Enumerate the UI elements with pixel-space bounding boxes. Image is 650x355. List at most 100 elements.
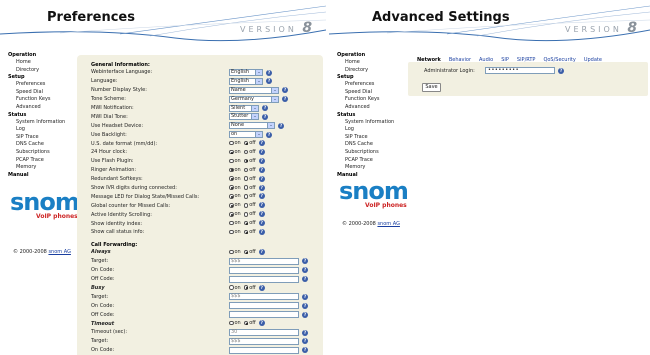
sidebar-item-subscriptions[interactable]: Subscriptions — [8, 149, 72, 157]
help-icon[interactable]: ? — [258, 320, 265, 327]
sidebar-item-speed-dial[interactable]: Speed Dial — [8, 89, 72, 97]
dropdown-tone-scheme[interactable]: Germany — [229, 95, 279, 103]
radio-on[interactable] — [229, 212, 234, 217]
help-icon[interactable]: ? — [258, 193, 265, 200]
sidebar-item-dns-cache[interactable]: DNS Cache — [337, 141, 401, 149]
radio-on[interactable] — [229, 167, 234, 173]
radio-off[interactable] — [243, 194, 249, 199]
help-icon[interactable]: ? — [302, 258, 308, 265]
dropdown-mwi-notification[interactable]: Silent — [229, 104, 259, 112]
save-button[interactable]: Save — [422, 83, 441, 92]
text-input-off-code[interactable] — [229, 311, 299, 319]
help-icon[interactable]: ? — [266, 78, 272, 85]
help-icon[interactable]: ? — [258, 211, 265, 218]
help-icon[interactable]: ? — [258, 140, 265, 147]
help-icon[interactable]: ? — [302, 329, 308, 336]
help-icon[interactable]: ? — [302, 311, 308, 318]
sidebar-item-home[interactable]: Home — [8, 59, 72, 67]
text-input-target[interactable]: $$$ — [229, 337, 299, 345]
dropdown-number-display-style[interactable]: Name — [229, 86, 279, 94]
text-input-on-code[interactable] — [229, 302, 299, 310]
radio-on[interactable] — [229, 220, 234, 226]
text-input-timeout-sec[interactable]: 30 — [229, 329, 299, 337]
radio-on[interactable] — [229, 185, 234, 190]
help-icon[interactable]: ? — [258, 166, 265, 173]
help-icon[interactable]: ? — [258, 175, 265, 182]
dropdown-webinterface-language[interactable]: English — [229, 69, 263, 76]
sidebar-item-advanced[interactable]: Advanced — [337, 104, 401, 112]
text-input-on-code[interactable] — [229, 346, 299, 354]
radio-on[interactable] — [229, 285, 234, 290]
help-icon[interactable]: ? — [282, 96, 288, 103]
admin-login-input[interactable]: ••••••••• — [485, 67, 555, 74]
help-icon[interactable]: ? — [262, 113, 268, 120]
radio-off[interactable] — [243, 176, 249, 181]
dropdown-use-headset-device[interactable]: None — [229, 122, 275, 130]
sidebar-item-log[interactable]: Log — [337, 126, 401, 134]
help-icon[interactable]: ? — [302, 338, 308, 345]
radio-on[interactable] — [229, 158, 234, 164]
sidebar-item-pcap-trace[interactable]: PCAP Trace — [8, 157, 72, 165]
radio-off[interactable] — [243, 140, 249, 146]
sidebar-item-pcap-trace[interactable]: PCAP Trace — [337, 157, 401, 165]
radio-off[interactable] — [243, 203, 249, 208]
help-icon[interactable]: ? — [258, 249, 265, 255]
sidebar-item-log[interactable]: Log — [8, 126, 72, 134]
radio-off[interactable] — [243, 185, 249, 190]
help-icon[interactable]: ? — [258, 157, 265, 164]
sidebar-item-directory[interactable]: Directory — [8, 67, 72, 75]
help-icon[interactable]: ? — [302, 267, 308, 274]
help-icon[interactable]: ? — [302, 293, 308, 300]
radio-off[interactable] — [243, 220, 249, 226]
sidebar-item-sip-trace[interactable]: SIP Trace — [8, 134, 72, 142]
help-icon[interactable]: ? — [258, 220, 265, 227]
dropdown-use-backlight[interactable]: on — [229, 131, 263, 139]
help-icon[interactable]: ? — [258, 149, 265, 156]
dropdown-mwi-dial-tone[interactable]: Stutter — [229, 113, 259, 121]
help-icon[interactable]: ? — [262, 105, 268, 112]
help-icon[interactable]: ? — [302, 302, 308, 309]
sidebar-item-home[interactable]: Home — [337, 59, 401, 67]
help-icon[interactable]: ? — [278, 122, 284, 129]
radio-off[interactable] — [243, 229, 249, 235]
help-icon[interactable]: ? — [558, 67, 564, 74]
help-icon[interactable]: ? — [258, 284, 265, 291]
radio-off[interactable] — [243, 212, 249, 217]
dropdown-language[interactable]: English — [229, 77, 263, 85]
radio-off[interactable] — [243, 158, 249, 164]
text-input-target[interactable]: $$$ — [229, 293, 299, 301]
help-icon[interactable]: ? — [282, 87, 288, 94]
radio-on[interactable] — [229, 140, 234, 146]
help-icon[interactable]: ? — [302, 276, 308, 283]
sidebar-item-function-keys[interactable]: Function Keys — [8, 96, 72, 104]
radio-on[interactable] — [229, 229, 234, 235]
sidebar-item-directory[interactable]: Directory — [337, 67, 401, 75]
sidebar-item-dns-cache[interactable]: DNS Cache — [8, 141, 72, 149]
copyright-link[interactable]: snom AG — [377, 221, 400, 227]
radio-on[interactable] — [229, 249, 234, 255]
help-icon[interactable]: ? — [258, 229, 265, 236]
radio-on[interactable] — [229, 149, 234, 155]
radio-off[interactable] — [243, 249, 249, 255]
sidebar-item-system-information[interactable]: System Information — [337, 119, 401, 127]
radio-on[interactable] — [229, 320, 234, 326]
sidebar-item-memory[interactable]: Memory — [337, 164, 401, 172]
sidebar-item-advanced[interactable]: Advanced — [8, 104, 72, 112]
radio-off[interactable] — [243, 285, 249, 290]
radio-on[interactable] — [229, 176, 234, 181]
help-icon[interactable]: ? — [266, 131, 272, 138]
copyright-link[interactable]: snom AG — [48, 249, 71, 255]
help-icon[interactable]: ? — [258, 202, 265, 209]
sidebar-item-memory[interactable]: Memory — [8, 164, 72, 172]
help-icon[interactable]: ? — [258, 184, 265, 191]
sidebar-item-function-keys[interactable]: Function Keys — [337, 96, 401, 104]
text-input-off-code[interactable] — [229, 275, 299, 283]
radio-on[interactable] — [229, 194, 234, 199]
radio-on[interactable] — [229, 203, 234, 208]
help-icon[interactable]: ? — [302, 347, 308, 354]
radio-off[interactable] — [243, 320, 249, 326]
sidebar-item-speed-dial[interactable]: Speed Dial — [337, 89, 401, 97]
sidebar-item-sip-trace[interactable]: SIP Trace — [337, 134, 401, 142]
help-icon[interactable]: ? — [266, 69, 272, 76]
sidebar-item-preferences[interactable]: Preferences — [337, 81, 401, 89]
